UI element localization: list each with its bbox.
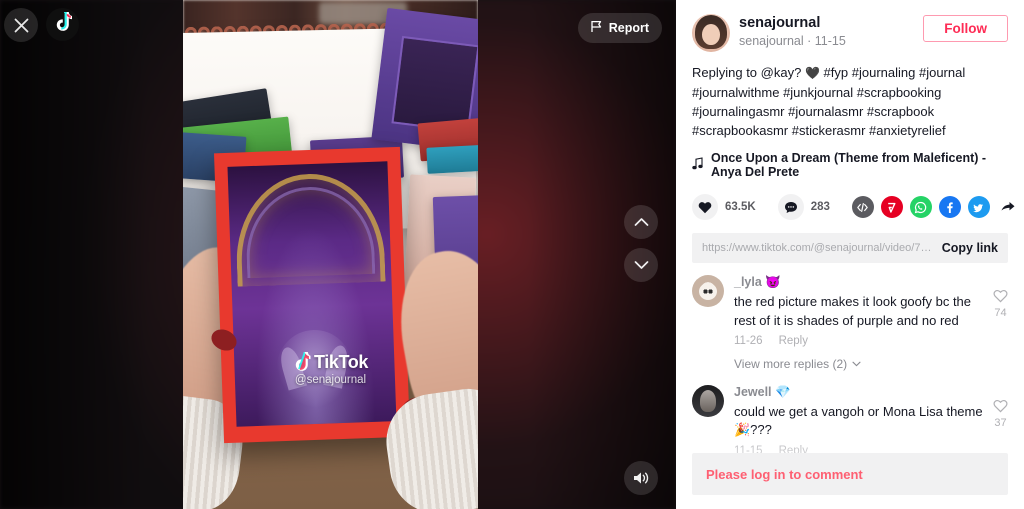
commenter-name[interactable]: _lyla 😈 — [734, 275, 983, 291]
comment-body: ✿❀ M.b.Castillo ❀✿ — [734, 495, 1008, 509]
copy-link-button[interactable]: Copy link — [942, 241, 998, 255]
video-caption: Replying to @kay? 🖤 #fyp #journaling #jo… — [692, 63, 1008, 140]
tiktok-video-page: TikTok @senajournal Report senajournal s… — [0, 0, 1024, 509]
hashtag[interactable]: #fyp — [824, 65, 849, 80]
caption-heart-emoji: 🖤 — [804, 66, 820, 80]
comment-like-button[interactable]: 74 — [993, 275, 1008, 371]
heart-outline-icon — [993, 399, 1008, 413]
hashtag[interactable]: #journaling — [852, 65, 916, 80]
facebook-icon[interactable] — [938, 196, 961, 219]
comment-body: _lyla 😈 the red picture makes it look go… — [734, 275, 983, 371]
hashtag[interactable]: #scrapbook — [867, 104, 934, 119]
share-icons — [851, 196, 1019, 219]
commenter-avatar[interactable] — [692, 384, 724, 417]
comment-item: _lyla 😈 the red picture makes it look go… — [692, 275, 1008, 371]
share-arrow-icon[interactable] — [997, 196, 1019, 218]
author-name[interactable]: senajournal — [739, 15, 914, 32]
view-more-replies-label: View more replies (2) — [734, 356, 848, 371]
video-stage[interactable]: TikTok @senajournal Report — [0, 0, 676, 509]
comment-date: 11-26 — [734, 334, 763, 347]
music-title: Once Upon a Dream (Theme from Maleficent… — [711, 151, 987, 180]
panel-header: senajournal senajournal · 11-15 Follow R… — [676, 0, 1024, 264]
follow-button[interactable]: Follow — [923, 15, 1008, 42]
picture-artwork — [227, 161, 397, 427]
view-more-replies-button[interactable]: View more replies (2) — [734, 357, 983, 371]
music-row[interactable]: Once Upon a Dream (Theme from Maleficent… — [692, 151, 1008, 179]
caption-reply-to[interactable]: @kay? — [761, 65, 802, 80]
like-stat[interactable]: 63.5K — [692, 194, 756, 221]
heart-outline-icon — [993, 290, 1008, 303]
hashtag[interactable]: #journalingasmr — [692, 104, 785, 119]
comment-text: could we get a vangoh or Mona Lisa theme… — [734, 403, 983, 438]
login-prompt-text[interactable]: Please log in to comment — [706, 467, 863, 482]
share-link-row: https://www.tiktok.com/@senajournal/vide… — [692, 233, 1008, 264]
next-video-button[interactable] — [624, 248, 658, 282]
info-panel: senajournal senajournal · 11-15 Follow R… — [676, 0, 1024, 509]
hashtag[interactable]: #journalwithme — [692, 85, 779, 100]
chevron-up-icon — [634, 218, 648, 226]
reply-button[interactable]: Reply — [779, 335, 808, 347]
commenter-avatar[interactable] — [692, 494, 724, 509]
twitter-icon[interactable] — [967, 196, 990, 219]
close-icon — [14, 18, 28, 32]
chevron-down-icon — [852, 361, 861, 367]
video-player[interactable]: TikTok @senajournal — [183, 0, 478, 509]
comment-like-count: 37 — [994, 416, 1007, 429]
music-note-icon — [692, 157, 704, 173]
video-navigation — [624, 205, 658, 282]
login-prompt-bar[interactable]: Please log in to comment — [692, 453, 1008, 495]
comment-text: the red picture makes it look goofy bc t… — [734, 294, 972, 328]
comment-meta: 11-26 Reply — [734, 335, 983, 347]
commenter-avatar[interactable] — [692, 275, 724, 308]
author-row: senajournal senajournal · 11-15 Follow — [692, 14, 1008, 52]
tiktok-logo-icon — [54, 10, 72, 38]
comment-bubble-icon — [777, 194, 804, 221]
red-framed-picture — [213, 146, 411, 444]
whatsapp-icon[interactable] — [909, 196, 932, 219]
chevron-down-icon — [634, 261, 648, 269]
hashtag[interactable]: #journalasmr — [788, 104, 863, 119]
volume-button[interactable] — [624, 461, 658, 495]
like-count: 63.5K — [725, 201, 756, 214]
caption-reply-prefix: Replying to — [692, 65, 761, 80]
commenter-name[interactable]: ✿❀ M.b.Castillo ❀✿ — [734, 495, 1008, 509]
report-label: Report — [608, 21, 649, 35]
scrapbook-paper — [426, 144, 478, 174]
engagement-row: 63.5K 283 — [692, 194, 1015, 221]
hashtag[interactable]: #scrapbooking — [857, 85, 942, 100]
comment-item: ✿❀ M.b.Castillo ❀✿ — [692, 494, 1008, 509]
comment-stat[interactable]: 283 — [777, 194, 830, 221]
hashtag[interactable]: #scrapbookasmr — [692, 123, 788, 138]
report-button[interactable]: Report — [577, 13, 662, 43]
author-avatar[interactable] — [692, 14, 730, 52]
hashtag[interactable]: #junkjournal — [783, 85, 853, 100]
comment-like-count: 74 — [994, 307, 1007, 320]
author-meta: senajournal senajournal · 11-15 — [739, 14, 914, 48]
video-url[interactable]: https://www.tiktok.com/@senajournal/vide… — [702, 242, 934, 254]
close-button[interactable] — [4, 8, 38, 42]
pinterest-icon[interactable] — [880, 196, 903, 219]
previous-video-button[interactable] — [624, 205, 658, 239]
heart-icon — [692, 194, 718, 221]
author-subline: senajournal · 11-15 — [739, 34, 846, 49]
commenter-name[interactable]: Jewell 💎 — [734, 385, 983, 401]
comment-count: 283 — [810, 201, 830, 214]
hashtag[interactable]: #stickerasmr — [792, 123, 866, 138]
hashtag[interactable]: #journal — [919, 65, 965, 80]
hashtag[interactable]: #anxietyrelief — [869, 123, 946, 138]
tiktok-logo-button[interactable] — [46, 8, 79, 41]
flag-icon — [591, 20, 603, 36]
volume-icon — [634, 472, 649, 484]
embed-code-icon[interactable] — [851, 196, 874, 219]
